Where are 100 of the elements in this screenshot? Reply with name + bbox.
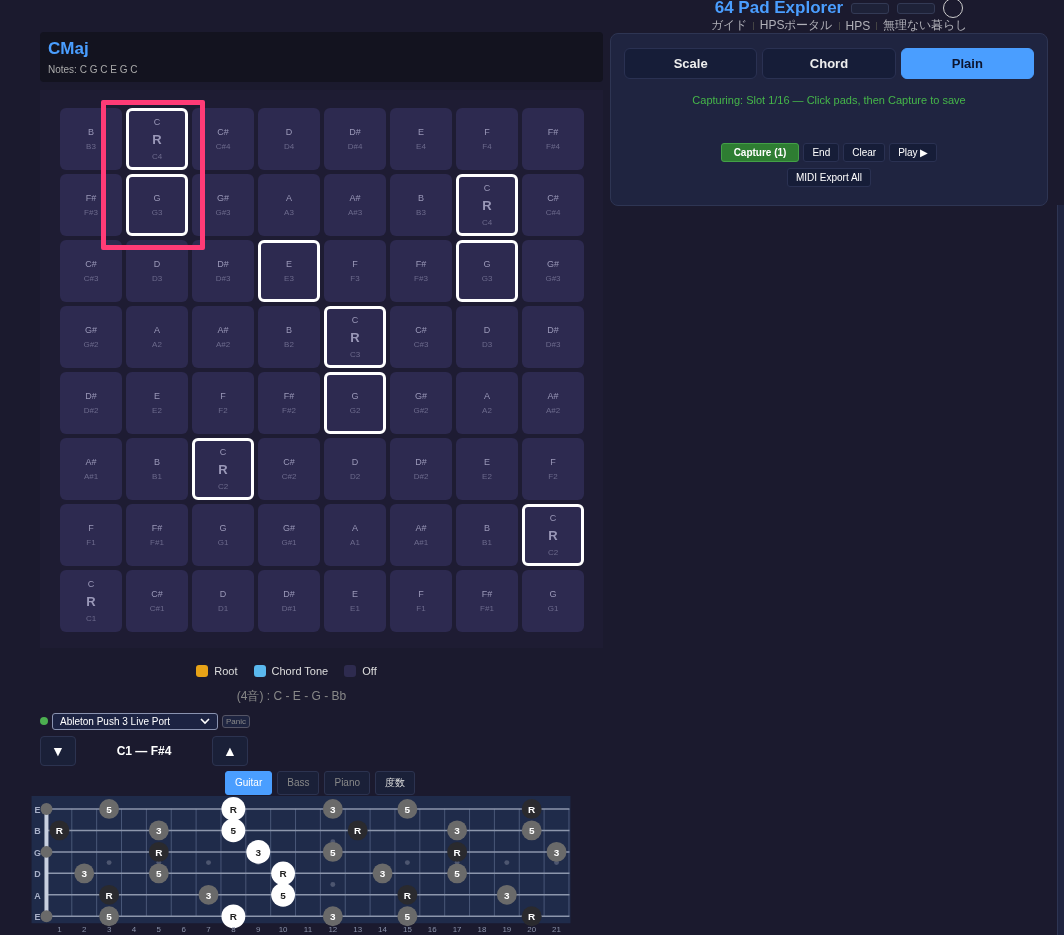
chord-notes: Notes: C G C E G C (48, 64, 139, 75)
fret-number: 4 (131, 925, 137, 934)
note-marker: 5 (447, 863, 468, 884)
note-marker: 3 (198, 884, 219, 905)
instrument-tab[interactable]: Bass (277, 770, 320, 795)
fret-number: 18 (477, 925, 487, 934)
port-select[interactable]: Ableton Push 3 Live Port (52, 712, 218, 730)
note-marker: 3 (74, 863, 95, 884)
header-button[interactable] (851, 2, 890, 14)
note-marker: 3 (447, 820, 468, 841)
pad[interactable]: A# A#2 (522, 371, 584, 434)
mode-tab[interactable]: Chord (762, 48, 896, 79)
nav-link[interactable]: HPSポータル (759, 17, 833, 34)
mode-tab[interactable]: Scale (624, 48, 758, 79)
pad[interactable]: E E4 (390, 107, 452, 170)
note-marker: R (148, 841, 169, 862)
panic-button[interactable]: Panic (222, 714, 250, 728)
note-marker: 5 (148, 863, 169, 884)
pad[interactable]: E E2 (126, 371, 188, 434)
capture-button[interactable]: Play ▶ (889, 143, 938, 162)
note-marker: 5 (521, 820, 542, 841)
fret-number: 16 (427, 925, 437, 934)
fret-number: 15 (402, 925, 412, 934)
string-label: E (34, 804, 41, 815)
chevron-down-icon (200, 717, 210, 725)
legend-label: Root (214, 664, 238, 677)
note-marker: 3 (546, 841, 567, 862)
string-label: A (34, 890, 41, 901)
note-marker: R (521, 906, 542, 927)
fret-number: 17 (452, 925, 462, 934)
nav-link[interactable]: ガイド (710, 17, 747, 34)
pad[interactable]: A# A#3 (324, 173, 386, 236)
note-marker: 3 (322, 798, 343, 819)
fret-number: 1 (57, 925, 62, 934)
fret-number: 19 (502, 925, 512, 934)
legend-label: Chord Tone (271, 664, 329, 677)
instrument-tab[interactable]: Piano (324, 770, 371, 795)
chord-name: CMaj (48, 39, 90, 59)
fret-number: 2 (82, 925, 87, 934)
pad[interactable]: A A2 (456, 371, 518, 434)
string-label: D (34, 869, 41, 880)
pad[interactable]: B B2 (258, 305, 320, 368)
note-marker: 5 (99, 798, 120, 819)
nav-link[interactable]: 無理ない暮らし (883, 17, 968, 34)
note-marker: 3 (322, 906, 343, 927)
capture-button[interactable]: Clear (843, 143, 886, 162)
fret-number: 5 (156, 925, 161, 934)
string-label: B (34, 826, 41, 837)
note-marker: R (447, 841, 468, 862)
note-marker: R (221, 796, 246, 821)
header-button[interactable] (897, 2, 936, 14)
note-marker: 5 (397, 906, 418, 927)
fret-number: 21 (552, 925, 561, 934)
export-button[interactable]: MIDI Export All (786, 168, 872, 187)
instrument-tab[interactable]: Guitar (225, 770, 273, 795)
pad[interactable]: A A2 (126, 305, 188, 368)
note-marker: 3 (496, 884, 517, 905)
app-title: 64 Pad Explorer (714, 0, 844, 18)
note-marker: R (99, 884, 120, 905)
string-label: E (34, 912, 41, 923)
fret-number: 12 (328, 925, 338, 934)
octave-down-button[interactable]: ▼ (40, 735, 76, 766)
pad[interactable]: A# A#2 (192, 305, 254, 368)
nav-link[interactable]: HPS (845, 18, 871, 33)
note-marker: R (271, 861, 296, 886)
range-label: C1 — F#4 (115, 743, 173, 758)
mode-tab[interactable]: Plain (900, 48, 1034, 79)
string-label: G (34, 847, 41, 858)
pad[interactable]: A# A#1 (390, 503, 452, 566)
chord-formula: (4音) : C - E - G - Bb (235, 687, 348, 705)
fret-number: 14 (378, 925, 387, 934)
note-marker: 5 (99, 906, 120, 927)
pad[interactable]: F# F#2 (258, 371, 320, 434)
note-marker: 5 (221, 818, 246, 843)
fret-number: 6 (181, 925, 186, 934)
capture-status: Capturing: Slot 1/16 — Click pads, then Capture to save (691, 94, 967, 106)
note-marker: 3 (372, 863, 393, 884)
legend-label: Off (362, 664, 377, 677)
instrument-tab[interactable]: 度数 (375, 770, 416, 795)
note-marker: R (49, 820, 70, 841)
capture-button[interactable]: Capture (1) (720, 143, 800, 162)
pad[interactable]: A A1 (324, 503, 386, 566)
note-marker: R (521, 798, 542, 819)
note-marker: 5 (322, 841, 343, 862)
fret-number: 10 (278, 925, 288, 934)
octave-up-button[interactable]: ▲ (212, 735, 248, 766)
note-marker: R (347, 820, 368, 841)
capture-button[interactable]: End (803, 143, 840, 162)
pad[interactable]: F# F#4 (522, 107, 584, 170)
pad[interactable]: A A3 (258, 173, 320, 236)
fret-number: 7 (206, 925, 211, 934)
fret-number: 13 (353, 925, 363, 934)
fret-number: 20 (527, 925, 537, 934)
pad[interactable]: E E2 (456, 437, 518, 500)
pad[interactable]: A# A#1 (60, 437, 122, 500)
note-marker: 5 (271, 882, 296, 907)
note-marker: 5 (397, 798, 418, 819)
note-marker: 3 (148, 820, 169, 841)
note-marker: R (397, 884, 418, 905)
note-marker: 3 (246, 839, 271, 864)
